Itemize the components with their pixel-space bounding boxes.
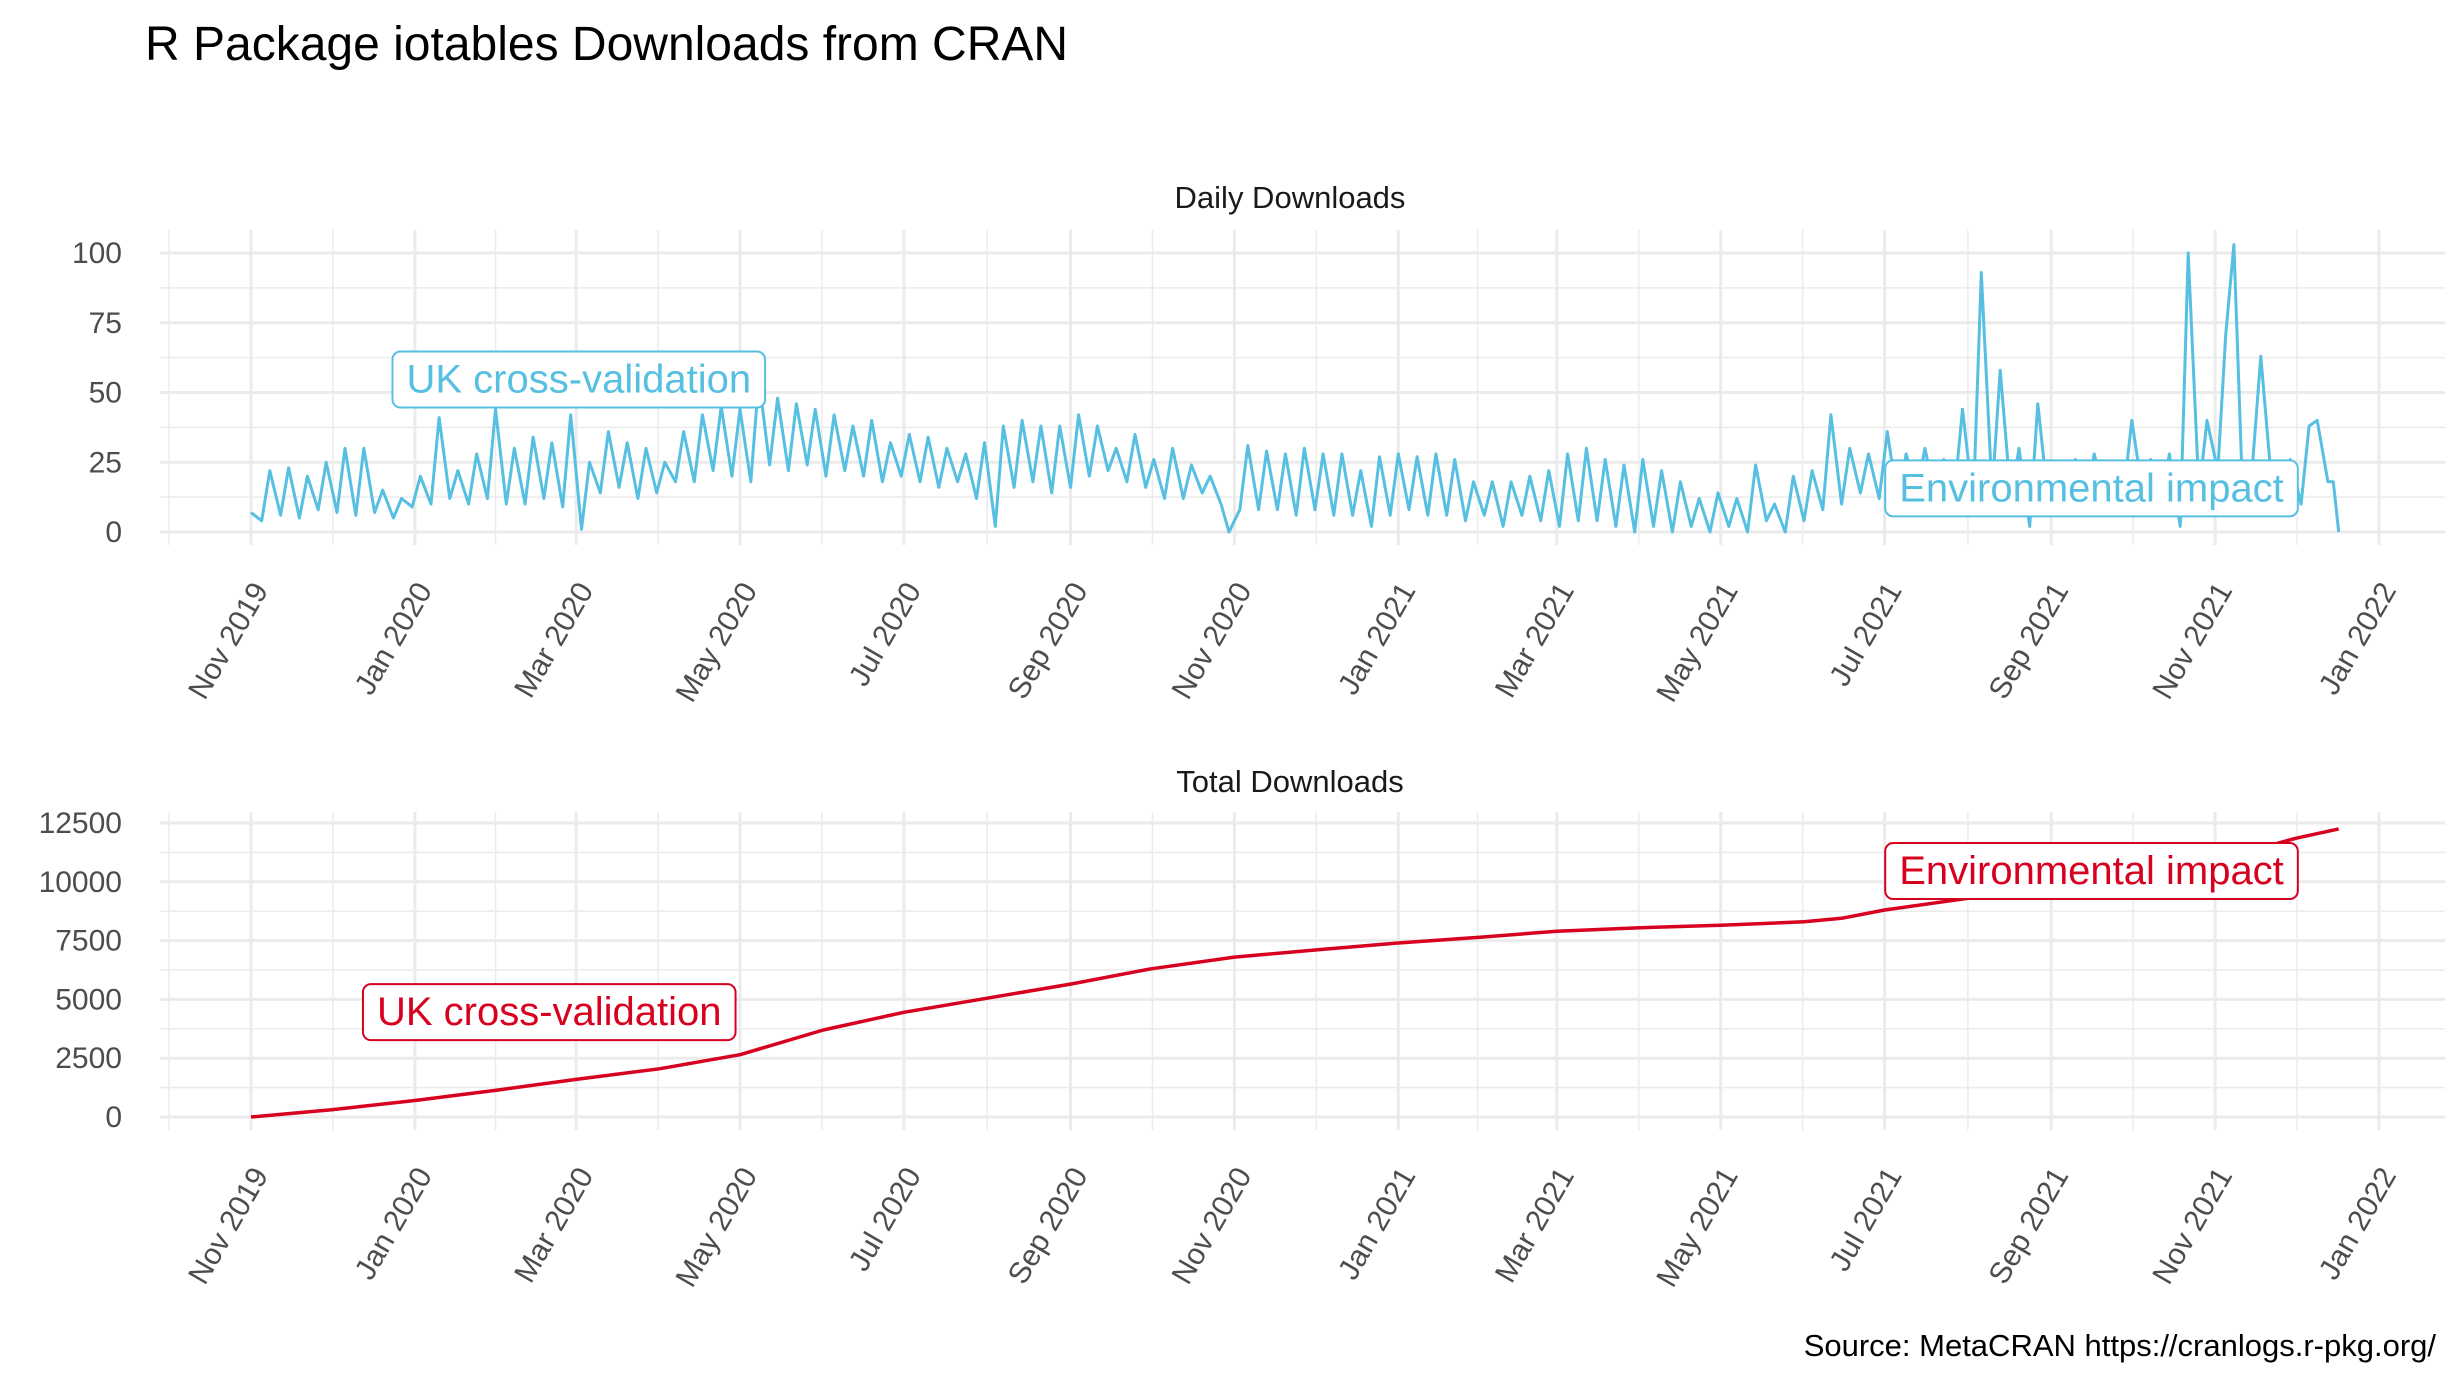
y-tick-label: 100	[72, 237, 122, 270]
y-tick-label: 2500	[55, 1042, 122, 1075]
annotation-uk-cross-validation: UK cross-validation	[361, 983, 737, 1042]
y-tick-label: 12500	[39, 807, 122, 840]
source-caption: Source: MetaCRAN https://cranlogs.r-pkg.…	[1804, 1328, 2437, 1363]
chart-title: R Package iotables Downloads from CRAN	[145, 18, 1068, 71]
annotation-label: Environmental impact	[1899, 466, 2284, 510]
annotation-label: UK cross-validation	[407, 358, 752, 402]
y-tick-label: 0	[105, 1101, 122, 1134]
total-panel-strip: Total Downloads	[1176, 764, 1403, 799]
y-tick-label: 7500	[55, 925, 122, 958]
y-tick-label: 25	[89, 446, 122, 479]
y-tick-label: 10000	[39, 866, 122, 899]
y-tick-label: 50	[89, 377, 122, 410]
daily-panel-strip: Daily Downloads	[1175, 180, 1406, 215]
y-tick-label: 0	[105, 516, 122, 549]
y-tick-label: 5000	[55, 983, 122, 1016]
annotation-environmental-impact: Environmental impact	[1884, 842, 2299, 901]
annotation-label: UK cross-validation	[377, 990, 722, 1034]
annotation-uk-cross-validation: UK cross-validation	[391, 350, 767, 409]
annotation-label: Environmental impact	[1899, 849, 2284, 893]
y-tick-label: 75	[89, 307, 122, 340]
chart-figure: R Package iotables Downloads from CRAN D…	[0, 0, 2456, 1381]
annotation-environmental-impact: Environmental impact	[1884, 459, 2299, 518]
